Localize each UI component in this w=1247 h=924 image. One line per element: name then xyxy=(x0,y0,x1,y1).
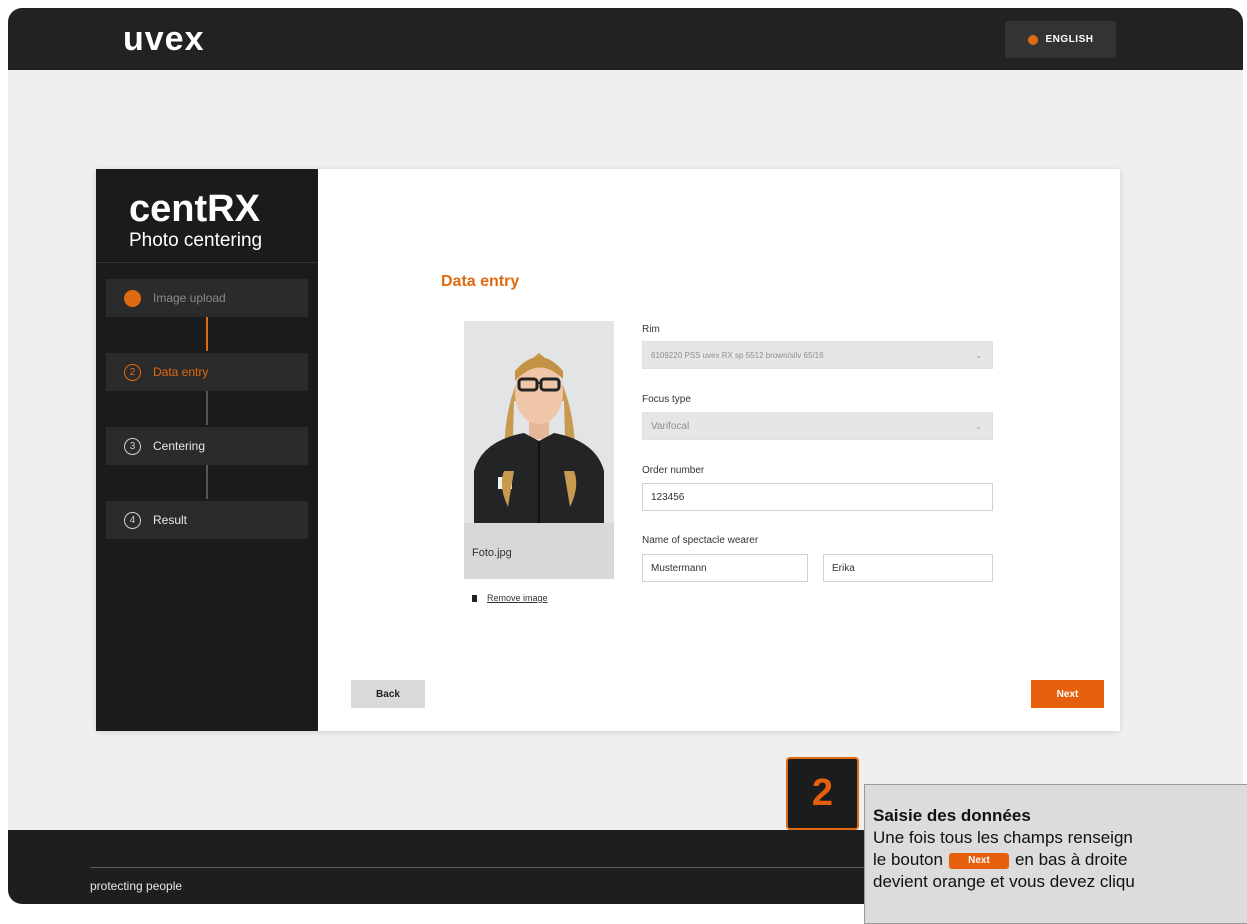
app-subtitle: Photo centering xyxy=(129,230,263,251)
step-number-badge: 2 xyxy=(786,757,859,830)
instruction-callout: Saisie des données Une fois tous les cha… xyxy=(864,784,1247,924)
step-number: 2 xyxy=(124,363,141,381)
app-brand: centRX xyxy=(129,188,260,230)
step-result[interactable]: 4 Result xyxy=(106,501,308,539)
app-window: uvex ENGLISH centRX Photo centering 1 Im… xyxy=(8,8,1243,904)
top-bar: uvex ENGLISH xyxy=(8,8,1243,70)
wearer-name-label: Name of spectacle wearer xyxy=(642,535,759,546)
step-data-entry[interactable]: 2 Data entry xyxy=(106,353,308,391)
callout-line-2: le bouton Next en bas à droite xyxy=(873,849,1247,871)
divider xyxy=(96,262,318,263)
step-image-upload[interactable]: 1 Image upload xyxy=(106,279,308,317)
step-label: Centering xyxy=(153,439,206,453)
callout-line-3: devient orange et vous devez cliqu xyxy=(873,872,1135,891)
order-number-label: Order number xyxy=(642,465,705,476)
sidebar: centRX Photo centering 1 Image upload 2 … xyxy=(96,169,318,731)
step-label: Data entry xyxy=(153,365,209,379)
callout-text: le bouton xyxy=(873,850,943,869)
last-name-input[interactable]: Mustermann xyxy=(642,554,808,582)
order-number-input[interactable]: 123456 xyxy=(642,483,993,511)
step-number: 4 xyxy=(124,511,141,529)
callout-title: Saisie des données xyxy=(873,806,1031,825)
focus-type-value: Varifocal xyxy=(651,420,690,432)
page-title: Data entry xyxy=(441,273,520,290)
rim-value: 6109220 PSS uvex RX sp 5512 brown/silv 6… xyxy=(651,350,824,360)
uvex-logo: uvex xyxy=(123,20,205,58)
step-connector xyxy=(206,391,208,425)
back-button[interactable]: Back xyxy=(351,680,425,708)
step-check-icon: 1 xyxy=(124,289,141,307)
footer-tagline: protecting people xyxy=(90,879,183,893)
step-number: 3 xyxy=(124,437,141,455)
remove-image-label: Remove image xyxy=(487,593,548,603)
trash-icon xyxy=(472,594,477,602)
step-centering[interactable]: 3 Centering xyxy=(106,427,308,465)
callout-line-1: Une fois tous les champs renseign xyxy=(873,828,1133,847)
photo-filename: Foto.jpg xyxy=(472,547,512,559)
step-connector xyxy=(206,317,208,351)
step-connector xyxy=(206,465,208,499)
step-label: Image upload xyxy=(153,291,226,305)
globe-icon xyxy=(1027,34,1038,45)
rim-label: Rim xyxy=(642,324,660,335)
language-selector[interactable]: ENGLISH xyxy=(1005,21,1116,58)
callout-next-button: Next xyxy=(948,853,1009,869)
wizard-card: centRX Photo centering 1 Image upload 2 … xyxy=(96,169,1120,731)
portrait-photo xyxy=(464,321,614,523)
focus-type-select[interactable]: Varifocal ⌄ xyxy=(642,412,993,440)
first-name-input[interactable]: Erika xyxy=(823,554,993,582)
callout-text: en bas à droite xyxy=(1014,850,1128,869)
next-button[interactable]: Next xyxy=(1031,680,1104,708)
rim-select[interactable]: 6109220 PSS uvex RX sp 5512 brown/silv 6… xyxy=(642,341,993,369)
language-label: ENGLISH xyxy=(1045,34,1094,45)
chevron-down-icon: ⌄ xyxy=(975,351,982,360)
photo-preview: Foto.jpg xyxy=(464,321,614,579)
step-label: Result xyxy=(153,513,188,527)
remove-image-link[interactable]: Remove image xyxy=(472,593,548,603)
chevron-down-icon: ⌄ xyxy=(975,422,982,431)
focus-type-label: Focus type xyxy=(642,394,691,405)
